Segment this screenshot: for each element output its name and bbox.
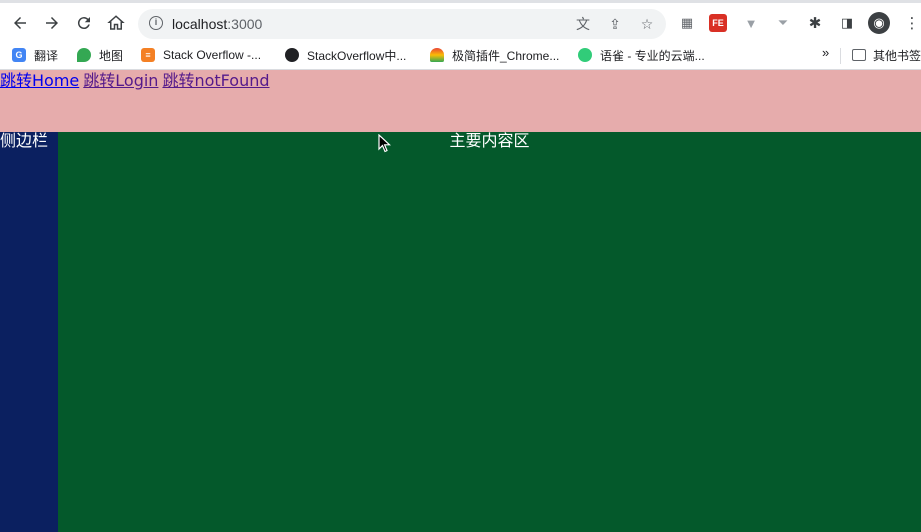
extension-fe-icon[interactable]: FE <box>709 14 727 32</box>
bookmark-label: StackOverflow中... <box>307 48 407 63</box>
google-translate-icon: G <box>12 48 26 62</box>
profile-avatar-icon[interactable]: ◉ <box>868 12 890 34</box>
bookmark-item[interactable]: 极简插件_Chrome... <box>430 45 559 65</box>
back-button[interactable] <box>8 11 32 35</box>
globe-icon <box>285 48 299 62</box>
bookmarks-divider <box>840 48 841 64</box>
link-notfound[interactable]: 跳转notFound <box>162 71 269 90</box>
stackoverflow-icon: ≡ <box>141 48 155 62</box>
folder-icon <box>852 49 866 61</box>
share-icon[interactable]: ⇪ <box>606 15 624 33</box>
bookmark-item[interactable]: StackOverflow中... <box>285 45 406 65</box>
bookmark-label: 地图 <box>99 48 124 63</box>
translate-icon[interactable]: 文 <box>574 15 592 33</box>
page-viewport: 跳转Home 跳转Login 跳转notFound 侧边栏 主要内容区 <box>0 70 921 532</box>
bookmark-item[interactable]: 语雀 - 专业的云端... <box>578 45 705 65</box>
mouse-cursor-icon <box>378 134 392 153</box>
yuque-icon <box>578 48 592 62</box>
menu-dots-icon[interactable]: ⋮ <box>902 13 921 33</box>
google-maps-icon <box>77 48 91 62</box>
site-info-icon[interactable]: i <box>149 16 163 30</box>
url-host: localhost <box>172 16 228 32</box>
extension-vue-icon[interactable]: ▼ <box>741 13 761 33</box>
bookmark-label: 翻译 <box>34 48 59 63</box>
more-bookmarks-button[interactable]: » <box>822 45 829 60</box>
main-content-label: 主要内容区 <box>449 131 530 150</box>
side-panel-icon[interactable]: ◨ <box>837 13 857 33</box>
arrow-left-icon <box>14 17 26 29</box>
reload-icon <box>77 17 90 30</box>
extension-filter-icon[interactable]: ⏷ <box>773 13 793 33</box>
bookmarks-bar: G 翻译 地图 ≡ Stack Overflow -... StackOverf… <box>0 42 921 70</box>
url-text[interactable]: localhost:3000 <box>172 16 262 32</box>
address-bar[interactable]: i localhost:3000 文 ⇪ ☆ <box>138 9 666 39</box>
home-button[interactable] <box>104 11 128 35</box>
extensions-puzzle-icon[interactable]: ✱ <box>805 13 825 33</box>
other-bookmarks-folder[interactable]: 其他书签 <box>852 45 921 65</box>
rainbow-icon <box>430 48 444 62</box>
bookmark-label: 极简插件_Chrome... <box>452 48 560 63</box>
sidebar-label: 侧边栏 <box>0 131 49 150</box>
bookmark-label: Stack Overflow -... <box>163 48 262 62</box>
bookmark-item[interactable]: ≡ Stack Overflow -... <box>141 45 261 65</box>
page-header: 跳转Home 跳转Login 跳转notFound <box>0 70 921 132</box>
bookmark-item[interactable]: 地图 <box>77 45 123 65</box>
link-home[interactable]: 跳转Home <box>0 71 79 90</box>
bookmark-item[interactable]: G 翻译 <box>12 45 58 65</box>
sidebar: 侧边栏 <box>0 132 58 532</box>
home-icon <box>107 15 125 30</box>
bookmark-label: 语雀 - 专业的云端... <box>600 48 705 63</box>
link-login[interactable]: 跳转Login <box>83 71 158 90</box>
star-icon[interactable]: ☆ <box>638 15 656 33</box>
url-port: :3000 <box>227 16 263 32</box>
other-bookmarks-label: 其他书签 <box>873 48 921 63</box>
arrow-right-icon <box>46 17 58 29</box>
forward-button[interactable] <box>40 11 64 35</box>
reload-button[interactable] <box>72 11 96 35</box>
browser-toolbar: i localhost:3000 文 ⇪ ☆ ▦ FE ▼ ⏷ ✱ ◨ ◉ ⋮ <box>0 0 921 42</box>
extension-tabs-icon[interactable]: ▦ <box>677 13 697 33</box>
main-content: 主要内容区 <box>58 132 921 532</box>
